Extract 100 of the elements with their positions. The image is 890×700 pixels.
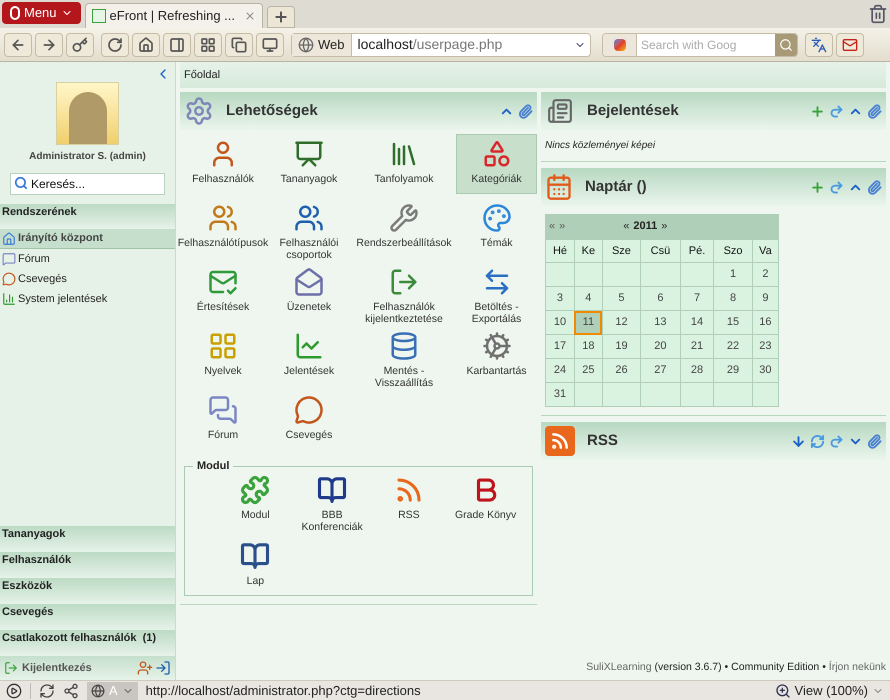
zoom-button[interactable]: View (100%) bbox=[774, 680, 884, 700]
option-tile[interactable]: Felhasználók bbox=[180, 134, 266, 194]
paperclip-icon[interactable] bbox=[867, 104, 882, 118]
calendar-day[interactable]: 19 bbox=[602, 334, 641, 358]
section-header[interactable]: Csatlakozott felhasználók (1) bbox=[0, 630, 175, 656]
option-tile[interactable]: Mentés - Visszaállítás bbox=[352, 326, 456, 386]
close-icon[interactable] bbox=[244, 10, 256, 22]
menu-button[interactable]: Menu bbox=[2, 2, 81, 24]
option-tile[interactable]: Rendszerbeállítások bbox=[352, 198, 456, 258]
translate-button[interactable] bbox=[805, 32, 833, 56]
option-tile[interactable]: Fórum bbox=[180, 390, 266, 450]
calendar-day[interactable]: 23 bbox=[752, 334, 778, 358]
search-field[interactable]: Search with Goog bbox=[637, 36, 775, 54]
option-tile[interactable]: Értesítések bbox=[180, 262, 266, 322]
calendar-day[interactable]: 5 bbox=[602, 286, 641, 310]
logout-link[interactable]: Kijelentkezés bbox=[22, 660, 92, 676]
paperclip-icon[interactable] bbox=[867, 434, 882, 448]
calendar-day[interactable]: 22 bbox=[714, 334, 752, 358]
calendar-day[interactable]: 9 bbox=[752, 286, 778, 310]
calendar-day[interactable]: 26 bbox=[602, 358, 641, 382]
breadcrumb-link[interactable]: Főoldal bbox=[184, 66, 220, 84]
share-icon[interactable] bbox=[63, 682, 79, 698]
option-tile[interactable]: Jelentések bbox=[266, 326, 352, 386]
windows-button[interactable] bbox=[225, 32, 253, 56]
search-bar[interactable]: Search with Goog bbox=[602, 32, 798, 56]
calendar-day[interactable]: 20 bbox=[640, 334, 680, 358]
calendar-day[interactable]: 14 bbox=[680, 310, 714, 334]
option-tile[interactable]: Felhasználók kijelentkeztetése bbox=[352, 262, 456, 322]
prev-year-link[interactable]: « bbox=[623, 218, 630, 235]
reload-button[interactable] bbox=[101, 32, 129, 56]
mail-button[interactable] bbox=[836, 32, 864, 56]
search-field[interactable]: Keresés... bbox=[10, 173, 165, 195]
address-field[interactable]: Web localhost/userpage.php bbox=[291, 32, 591, 56]
sync-icon[interactable] bbox=[39, 682, 55, 698]
paperclip-icon[interactable] bbox=[518, 104, 533, 118]
calendar-day[interactable]: 30 bbox=[752, 358, 778, 382]
sidebar-item[interactable]: Csevegés bbox=[0, 269, 175, 289]
option-tile[interactable]: Betöltés - Exportálás bbox=[456, 262, 537, 322]
calendar-day[interactable]: 1 bbox=[714, 262, 752, 286]
paperclip-icon[interactable] bbox=[867, 180, 882, 194]
module-tile[interactable]: BBB Konferenciák bbox=[294, 474, 370, 532]
calendar-day[interactable]: 29 bbox=[714, 358, 752, 382]
calendar-day[interactable]: 4 bbox=[574, 286, 602, 310]
option-tile[interactable]: Tananyagok bbox=[266, 134, 352, 194]
next-year-link[interactable]: » bbox=[661, 218, 668, 235]
calendar-day[interactable]: 28 bbox=[680, 358, 714, 382]
option-tile[interactable]: Tanfolyamok bbox=[352, 134, 456, 194]
calendar-day[interactable]: 27 bbox=[640, 358, 680, 382]
sidebar-item[interactable]: System jelentések bbox=[0, 289, 175, 309]
calendar-day[interactable]: 15 bbox=[714, 310, 752, 334]
calendar-day[interactable]: 10 bbox=[546, 310, 574, 334]
panel-toggle-icon[interactable] bbox=[6, 682, 22, 698]
calendar-day[interactable]: 25 bbox=[574, 358, 602, 382]
add-icon[interactable] bbox=[810, 180, 825, 194]
forward-button[interactable] bbox=[35, 32, 63, 56]
key-button[interactable] bbox=[66, 32, 94, 56]
panel-button[interactable] bbox=[163, 32, 191, 56]
option-tile[interactable]: Témák bbox=[456, 198, 537, 258]
calendar-day[interactable]: 31 bbox=[546, 382, 574, 406]
calendar-day[interactable]: 12 bbox=[602, 310, 641, 334]
calendar-day[interactable]: 16 bbox=[752, 310, 778, 334]
option-tile[interactable]: Kategóriák bbox=[456, 134, 537, 194]
module-tile[interactable]: Lap bbox=[217, 540, 294, 586]
monitor-button[interactable] bbox=[256, 32, 284, 56]
calendar-day[interactable]: 6 bbox=[640, 286, 680, 310]
module-tile[interactable]: RSS bbox=[370, 474, 448, 532]
option-tile[interactable]: Felhasználótípusok bbox=[180, 198, 266, 258]
option-tile[interactable]: Csevegés bbox=[266, 390, 352, 450]
calendar-day[interactable]: 18 bbox=[574, 334, 602, 358]
brand-link[interactable]: SuliXLearning bbox=[586, 661, 652, 674]
option-tile[interactable]: Karbantartás bbox=[456, 326, 537, 386]
calendar-day[interactable]: 11 bbox=[574, 310, 602, 334]
calendar-day[interactable]: 13 bbox=[640, 310, 680, 334]
calendar-day[interactable]: 17 bbox=[546, 334, 574, 358]
option-tile[interactable]: Üzenetek bbox=[266, 262, 352, 322]
down-arrow-icon[interactable] bbox=[791, 434, 806, 448]
section-header[interactable]: Tananyagok bbox=[0, 526, 175, 552]
calendar-day[interactable]: 21 bbox=[680, 334, 714, 358]
calendar-day[interactable]: 3 bbox=[546, 286, 574, 310]
calendar-day[interactable]: 2 bbox=[752, 262, 778, 286]
new-tab-button[interactable] bbox=[266, 6, 295, 28]
next-month-link[interactable]: » bbox=[559, 218, 566, 235]
contact-link[interactable]: Írjon nekünk bbox=[828, 661, 886, 674]
sidebar-item[interactable]: Irányító központ bbox=[0, 229, 175, 249]
calendar-day[interactable]: 8 bbox=[714, 286, 752, 310]
calendar-day[interactable]: 24 bbox=[546, 358, 574, 382]
option-tile[interactable]: Nyelvek bbox=[180, 326, 266, 386]
calendar-day[interactable]: 7 bbox=[680, 286, 714, 310]
home-button[interactable] bbox=[132, 32, 160, 56]
section-header[interactable]: Csevegés bbox=[0, 604, 175, 630]
section-header[interactable]: Eszközök bbox=[0, 578, 175, 604]
search-engine-icon[interactable] bbox=[614, 38, 626, 50]
tiles-button[interactable] bbox=[194, 32, 222, 56]
add-icon[interactable] bbox=[810, 104, 825, 118]
section-header[interactable]: Felhasználók bbox=[0, 552, 175, 578]
sidebar-item[interactable]: Fórum bbox=[0, 249, 175, 269]
search-icon[interactable] bbox=[779, 38, 793, 52]
prev-month-link[interactable]: « bbox=[549, 218, 556, 235]
back-button[interactable] bbox=[4, 32, 32, 56]
browser-tab[interactable]: eFront | Refreshing ... bbox=[84, 3, 263, 28]
